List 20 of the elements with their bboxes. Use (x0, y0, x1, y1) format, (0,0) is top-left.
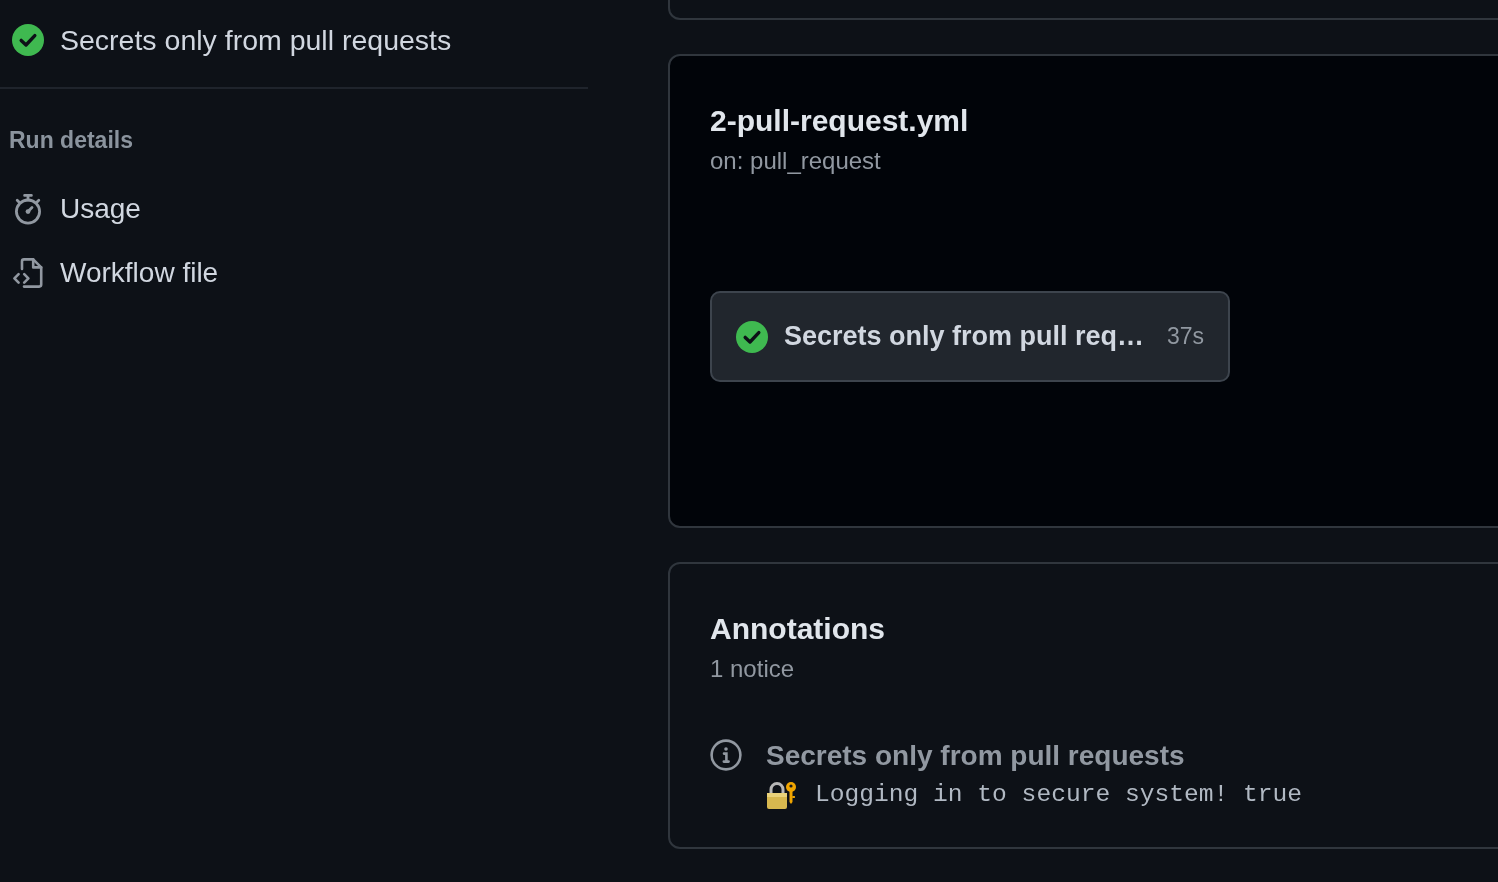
job-link[interactable]: Secrets only from pull requests (0, 20, 456, 60)
stopwatch-icon (12, 193, 44, 225)
job-card[interactable]: Secrets only from pull req… 37s (710, 291, 1230, 382)
job-name: Secrets only from pull req… (784, 321, 1146, 352)
annotation-message: Logging in to secure system! true (815, 780, 1303, 810)
annotation-title: Secrets only from pull requests (766, 739, 1186, 773)
run-detail-link[interactable]: Usage (0, 189, 141, 229)
annotations-count: 1 notice (710, 654, 795, 684)
job-name: Secrets only from pull requests (60, 23, 452, 57)
lock-with-key-icon (766, 780, 797, 810)
annotations-title: Annotations (710, 611, 885, 647)
run-detail-label: Workflow file (60, 257, 219, 289)
section-heading: Run details (8, 126, 133, 155)
workflow-file-name: 2-pull-request.yml (710, 103, 969, 139)
job-duration: 37s (1166, 323, 1204, 350)
run-detail-link[interactable]: Workflow file (0, 253, 219, 293)
file-code-icon (12, 257, 44, 289)
workflow-trigger: on: pull_request (710, 146, 881, 176)
run-detail-label: Usage (60, 193, 141, 225)
info-icon (710, 739, 742, 771)
